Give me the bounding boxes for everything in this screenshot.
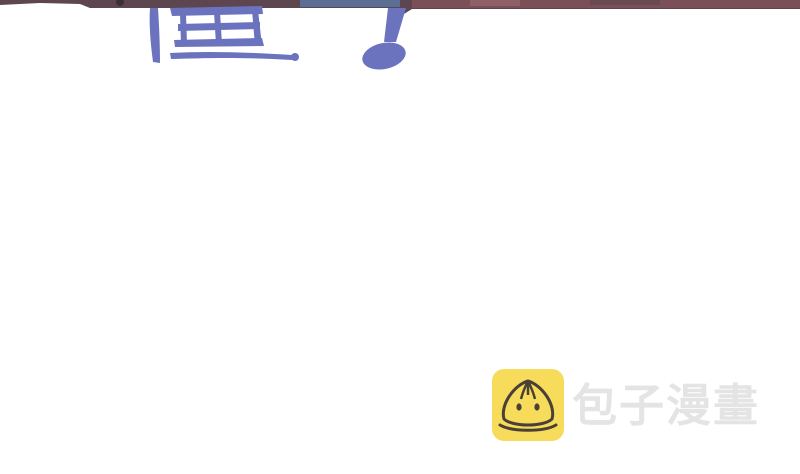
watermark-text: 包子漫畫 [572, 378, 761, 432]
comic-panel-fragment [0, 0, 800, 70]
brush-lettering [149, 6, 406, 70]
bun-mascot-icon [492, 369, 564, 441]
watermark: 包子漫畫 [492, 368, 772, 442]
comic-page: 包子漫畫 [0, 0, 800, 474]
